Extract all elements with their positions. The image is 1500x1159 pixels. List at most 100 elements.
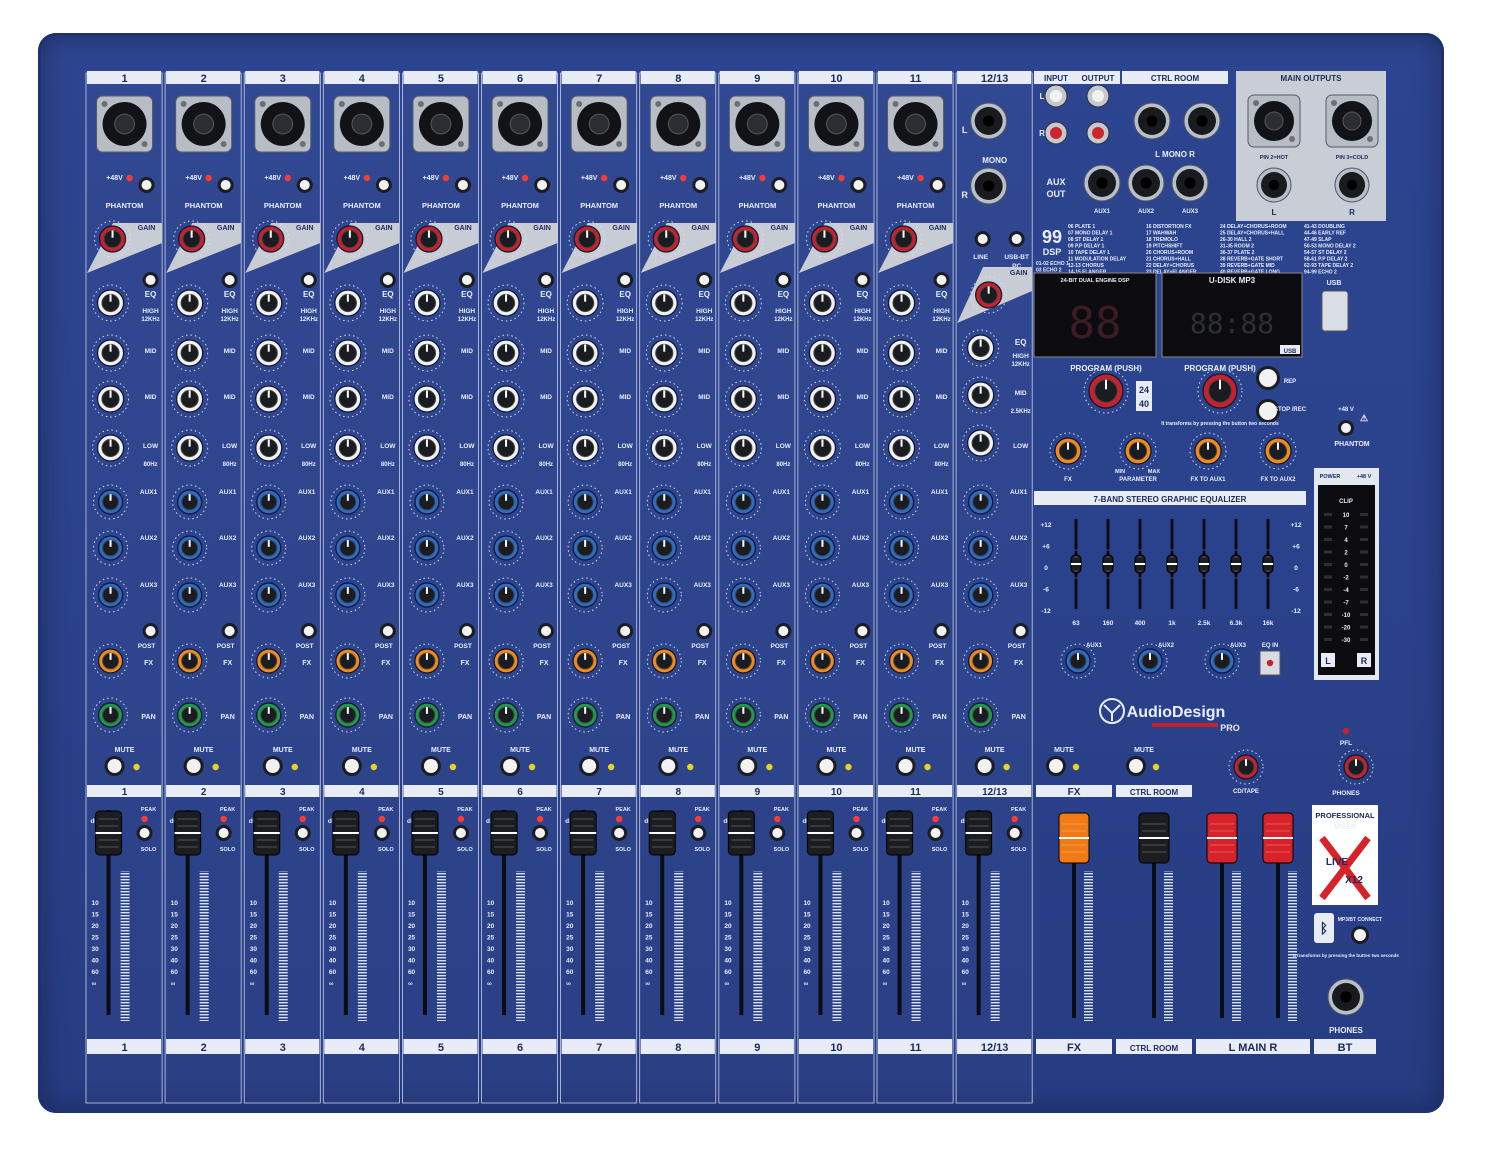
main-out-xlr-r[interactable] (1325, 94, 1379, 148)
aux-post-button[interactable] (221, 623, 238, 639)
solo-button[interactable] (927, 825, 944, 841)
rca-jack[interactable] (1044, 121, 1068, 145)
channel-fader[interactable] (648, 810, 676, 856)
phantom-button[interactable] (929, 177, 946, 193)
usb-port[interactable] (1321, 290, 1349, 332)
aux-post-button[interactable] (854, 623, 871, 639)
pad-button[interactable] (538, 272, 555, 288)
fx-master-fader[interactable] (1058, 812, 1090, 864)
main-fader-l[interactable] (1206, 812, 1238, 864)
solo-button[interactable] (611, 825, 628, 841)
solo-button[interactable] (769, 825, 786, 841)
fx-master-knob[interactable] (1189, 432, 1227, 470)
channel-fader[interactable] (95, 810, 123, 856)
pad-button[interactable] (854, 272, 871, 288)
xlr-combo-input[interactable] (807, 95, 865, 153)
mute-button[interactable] (420, 756, 441, 776)
aux-post-button[interactable] (617, 623, 634, 639)
pad-button[interactable] (617, 272, 634, 288)
channel-fader[interactable] (490, 810, 518, 856)
channel-fader[interactable] (253, 810, 281, 856)
rca-jack[interactable] (1044, 84, 1068, 108)
fx-master-knob[interactable] (1049, 432, 1087, 470)
xlr-combo-input[interactable] (175, 95, 233, 153)
mute-button[interactable] (579, 756, 600, 776)
solo-button[interactable] (532, 825, 549, 841)
solo-button[interactable] (373, 825, 390, 841)
pad-button[interactable] (379, 272, 396, 288)
pad-button[interactable] (300, 272, 317, 288)
ctrl-room-mute-button[interactable] (1126, 756, 1146, 776)
pad-button[interactable] (458, 272, 475, 288)
main-out-jack-r[interactable] (1334, 167, 1370, 203)
solo-button[interactable] (215, 825, 232, 841)
phantom-button[interactable] (613, 177, 630, 193)
solo-button[interactable] (1006, 825, 1023, 841)
pad-button[interactable] (142, 272, 159, 288)
cd-tape-knob[interactable] (1228, 749, 1264, 785)
solo-button[interactable] (452, 825, 469, 841)
fx-master-knob[interactable] (1259, 432, 1297, 470)
phantom-master-button[interactable] (1338, 420, 1354, 436)
xlr-combo-input[interactable] (728, 95, 786, 153)
phantom-button[interactable] (138, 177, 155, 193)
main-out-jack-l[interactable] (1256, 167, 1292, 203)
solo-button[interactable] (848, 825, 865, 841)
program-knob-usb[interactable] (1197, 368, 1243, 414)
pad-button[interactable] (221, 272, 238, 288)
bt-connect-button[interactable] (1351, 926, 1369, 944)
geq-aux-knob[interactable] (1132, 643, 1168, 679)
main-fader-r[interactable] (1262, 812, 1294, 864)
aux-post-button[interactable] (379, 623, 396, 639)
line-button[interactable] (974, 231, 991, 247)
repeat-button[interactable] (1256, 366, 1280, 390)
line-input-jack-l[interactable] (970, 102, 1008, 140)
ctrl-room-jack-r[interactable] (1183, 102, 1221, 140)
aux-post-button[interactable] (300, 623, 317, 639)
channel-fader[interactable] (569, 810, 597, 856)
pad-button[interactable] (696, 272, 713, 288)
channel-fader[interactable] (806, 810, 834, 856)
channel-fader[interactable] (174, 810, 202, 856)
rca-jack[interactable] (1086, 84, 1110, 108)
line-input-jack-r[interactable] (970, 167, 1008, 205)
mute-button[interactable] (183, 756, 204, 776)
solo-button[interactable] (294, 825, 311, 841)
ctrl-room-jack-l[interactable] (1133, 102, 1171, 140)
aux-out-jack[interactable] (1083, 164, 1121, 202)
main-out-xlr-l[interactable] (1247, 94, 1301, 148)
aux-out-jack[interactable] (1171, 164, 1209, 202)
channel-fader[interactable] (965, 810, 993, 856)
mute-button[interactable] (895, 756, 916, 776)
xlr-combo-input[interactable] (887, 95, 945, 153)
aux-post-button[interactable] (458, 623, 475, 639)
phantom-button[interactable] (454, 177, 471, 193)
aux-post-button[interactable] (775, 623, 792, 639)
phantom-button[interactable] (375, 177, 392, 193)
aux-post-button[interactable] (1012, 623, 1029, 639)
xlr-combo-input[interactable] (333, 95, 391, 153)
channel-fader[interactable] (332, 810, 360, 856)
xlr-combo-input[interactable] (649, 95, 707, 153)
xlr-combo-input[interactable] (491, 95, 549, 153)
aux-post-button[interactable] (142, 623, 159, 639)
mute-button[interactable] (816, 756, 837, 776)
phantom-button[interactable] (296, 177, 313, 193)
xlr-combo-input[interactable] (254, 95, 312, 153)
mute-button[interactable] (737, 756, 758, 776)
mute-button[interactable] (262, 756, 283, 776)
aux-post-button[interactable] (538, 623, 555, 639)
phantom-button[interactable] (534, 177, 551, 193)
solo-button[interactable] (690, 825, 707, 841)
channel-fader[interactable] (886, 810, 914, 856)
program-knob-dsp[interactable] (1083, 368, 1129, 414)
phantom-button[interactable] (771, 177, 788, 193)
solo-button[interactable] (136, 825, 153, 841)
phantom-button[interactable] (850, 177, 867, 193)
mute-button[interactable] (341, 756, 362, 776)
pad-button[interactable] (775, 272, 792, 288)
usb-bt-button[interactable] (1008, 231, 1025, 247)
aux-out-jack[interactable] (1127, 164, 1165, 202)
aux-post-button[interactable] (933, 623, 950, 639)
xlr-combo-input[interactable] (412, 95, 470, 153)
